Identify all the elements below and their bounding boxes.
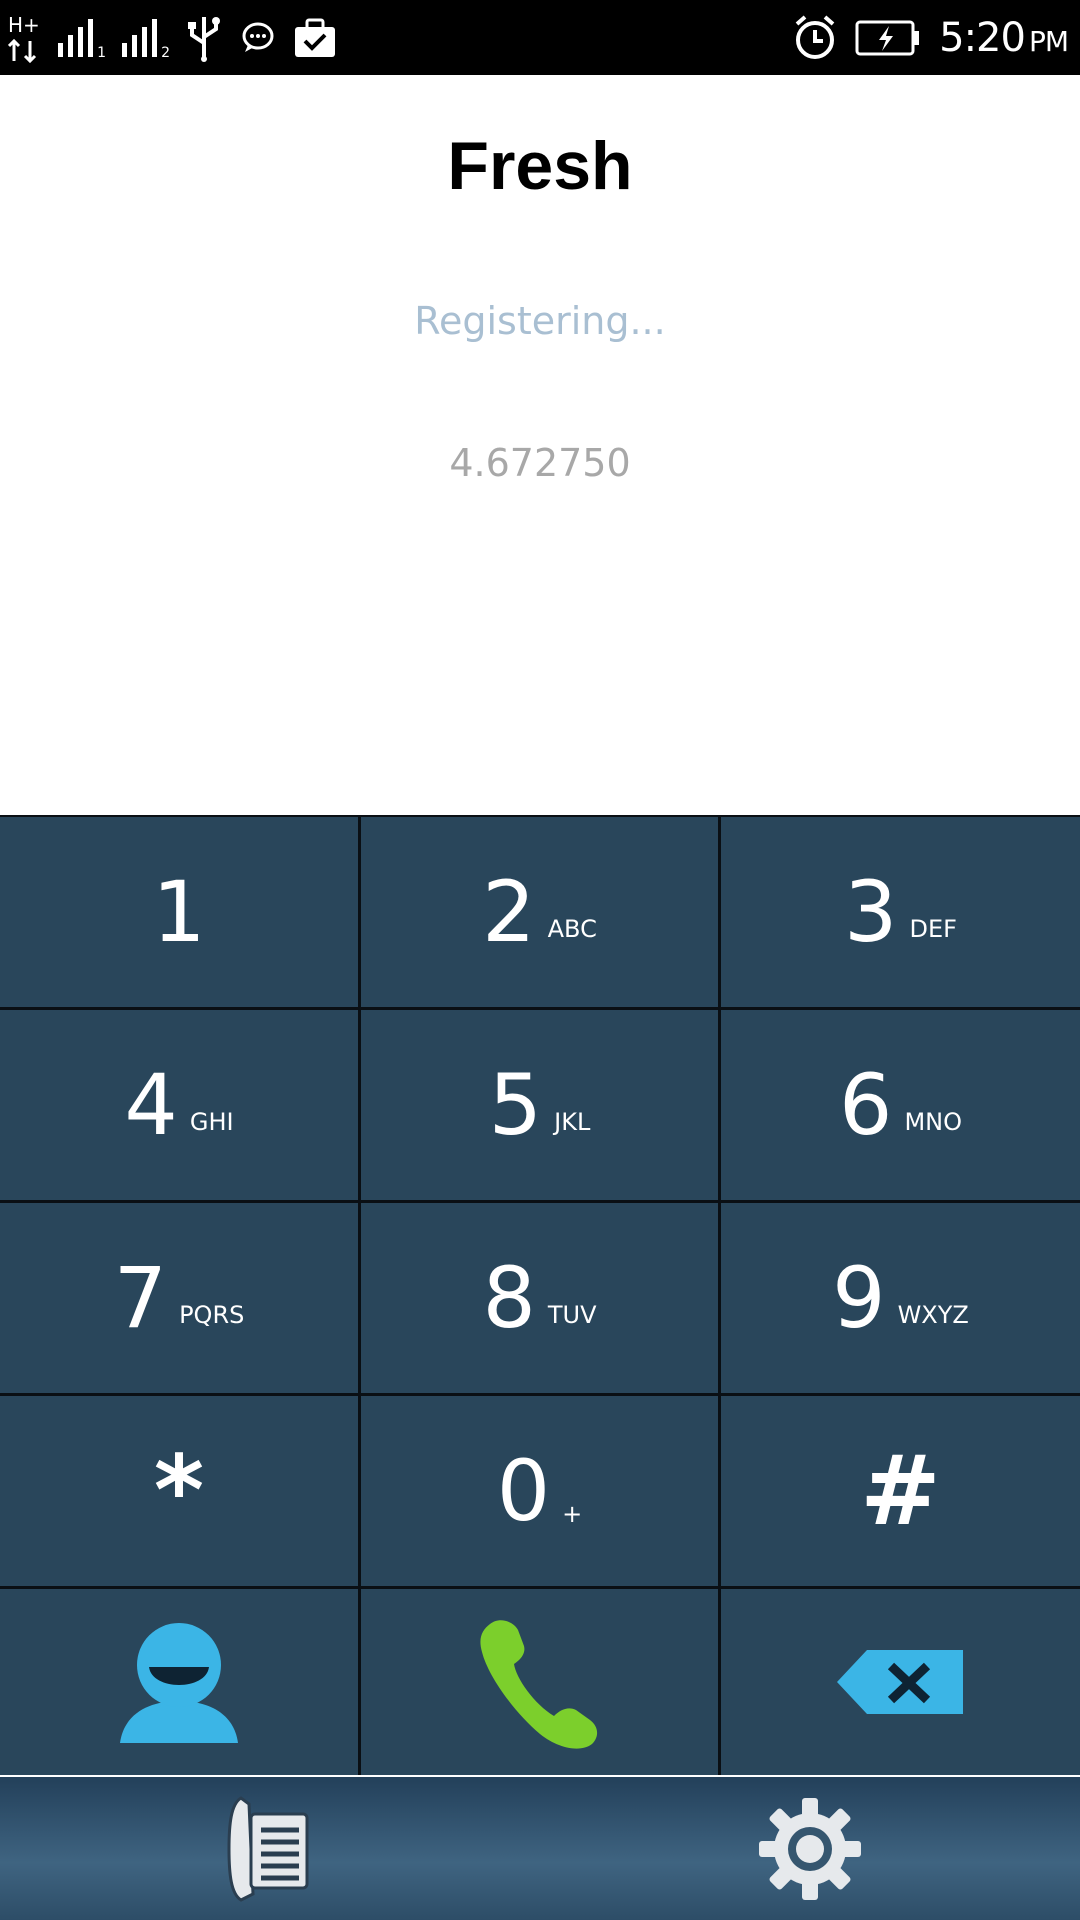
key-8[interactable]: 8 TUV xyxy=(361,1203,718,1393)
key-hash[interactable]: # xyxy=(721,1396,1080,1586)
call-button[interactable] xyxy=(361,1589,718,1775)
key-7[interactable]: 7 PQRS xyxy=(0,1203,358,1393)
backspace-icon xyxy=(836,1650,963,1714)
clock-time: 5:20 xyxy=(939,15,1026,61)
network-type-label: H+ xyxy=(8,12,40,37)
sim2-label: 2 xyxy=(161,44,170,61)
app-title: Fresh xyxy=(447,128,633,204)
key-digit: 3 xyxy=(844,863,898,961)
key-digit: 8 xyxy=(482,1249,536,1347)
key-letters: TUV xyxy=(547,1301,597,1329)
chat-bubble-icon xyxy=(238,18,278,58)
key-star[interactable]: * xyxy=(0,1396,358,1586)
key-6[interactable]: 6 MNO xyxy=(721,1010,1080,1200)
key-digit: 7 xyxy=(113,1249,168,1347)
alarm-icon xyxy=(793,14,837,62)
key-digit: 4 xyxy=(124,1056,178,1154)
bottom-toolbar xyxy=(0,1777,1080,1920)
backspace-button[interactable] xyxy=(721,1589,1080,1775)
key-9[interactable]: 9 WXYZ xyxy=(721,1203,1080,1393)
key-4[interactable]: 4 GHI xyxy=(0,1010,358,1200)
contacts-icon xyxy=(120,1623,238,1743)
key-letters: PQRS xyxy=(179,1301,245,1329)
key-digit: 5 xyxy=(488,1056,543,1154)
status-clock: 5:20 PM xyxy=(939,15,1069,61)
key-0[interactable]: 0 + xyxy=(361,1396,718,1586)
key-2[interactable]: 2 ABC xyxy=(361,817,718,1007)
key-letters: WXYZ xyxy=(897,1301,969,1329)
call-log-button[interactable] xyxy=(0,1777,540,1920)
key-letters: ABC xyxy=(547,915,597,943)
key-digit: # xyxy=(860,1435,941,1547)
key-letters: JKL xyxy=(554,1108,591,1136)
key-digit: 6 xyxy=(838,1056,893,1154)
dial-keypad: 1 2 ABC 3 DEF 4 GHI 5 JKL 6 MNO 7 PQRS 8 TUV 9W… xyxy=(0,815,1080,1775)
settings-button[interactable] xyxy=(540,1777,1080,1920)
key-letters: DEF xyxy=(909,915,957,943)
dialed-number-display[interactable]: 4.672750 xyxy=(0,437,1080,489)
key-digit: 1 xyxy=(152,863,206,961)
network-h-plus-icon: H+ xyxy=(8,13,42,63)
key-digit: 2 xyxy=(482,863,536,961)
call-icon xyxy=(479,1620,597,1749)
call-log-icon xyxy=(227,1795,309,1902)
key-digit: 9 xyxy=(832,1249,886,1347)
contacts-button[interactable] xyxy=(0,1589,358,1775)
battery-charging-icon xyxy=(855,18,921,58)
key-5[interactable]: 5 JKL xyxy=(361,1010,718,1200)
briefcase-check-icon xyxy=(292,15,338,61)
key-3[interactable]: 3 DEF xyxy=(721,817,1080,1007)
signal-sim2-icon: 2 xyxy=(120,13,170,63)
registration-status: Registering... xyxy=(414,299,666,343)
key-letters: + xyxy=(562,1500,583,1528)
key-digit: * xyxy=(153,1435,205,1547)
settings-gear-icon xyxy=(759,1797,861,1900)
key-letters: GHI xyxy=(189,1108,234,1136)
key-letters: MNO xyxy=(904,1108,962,1136)
usb-icon xyxy=(184,13,224,63)
signal-sim1-icon: 1 xyxy=(56,13,106,63)
key-digit: 0 xyxy=(496,1442,551,1540)
clock-ampm: PM xyxy=(1028,25,1069,58)
status-bar: H+ 1 2 5:20 PM xyxy=(0,0,1080,75)
key-1[interactable]: 1 xyxy=(0,817,358,1007)
sim1-label: 1 xyxy=(97,44,106,61)
